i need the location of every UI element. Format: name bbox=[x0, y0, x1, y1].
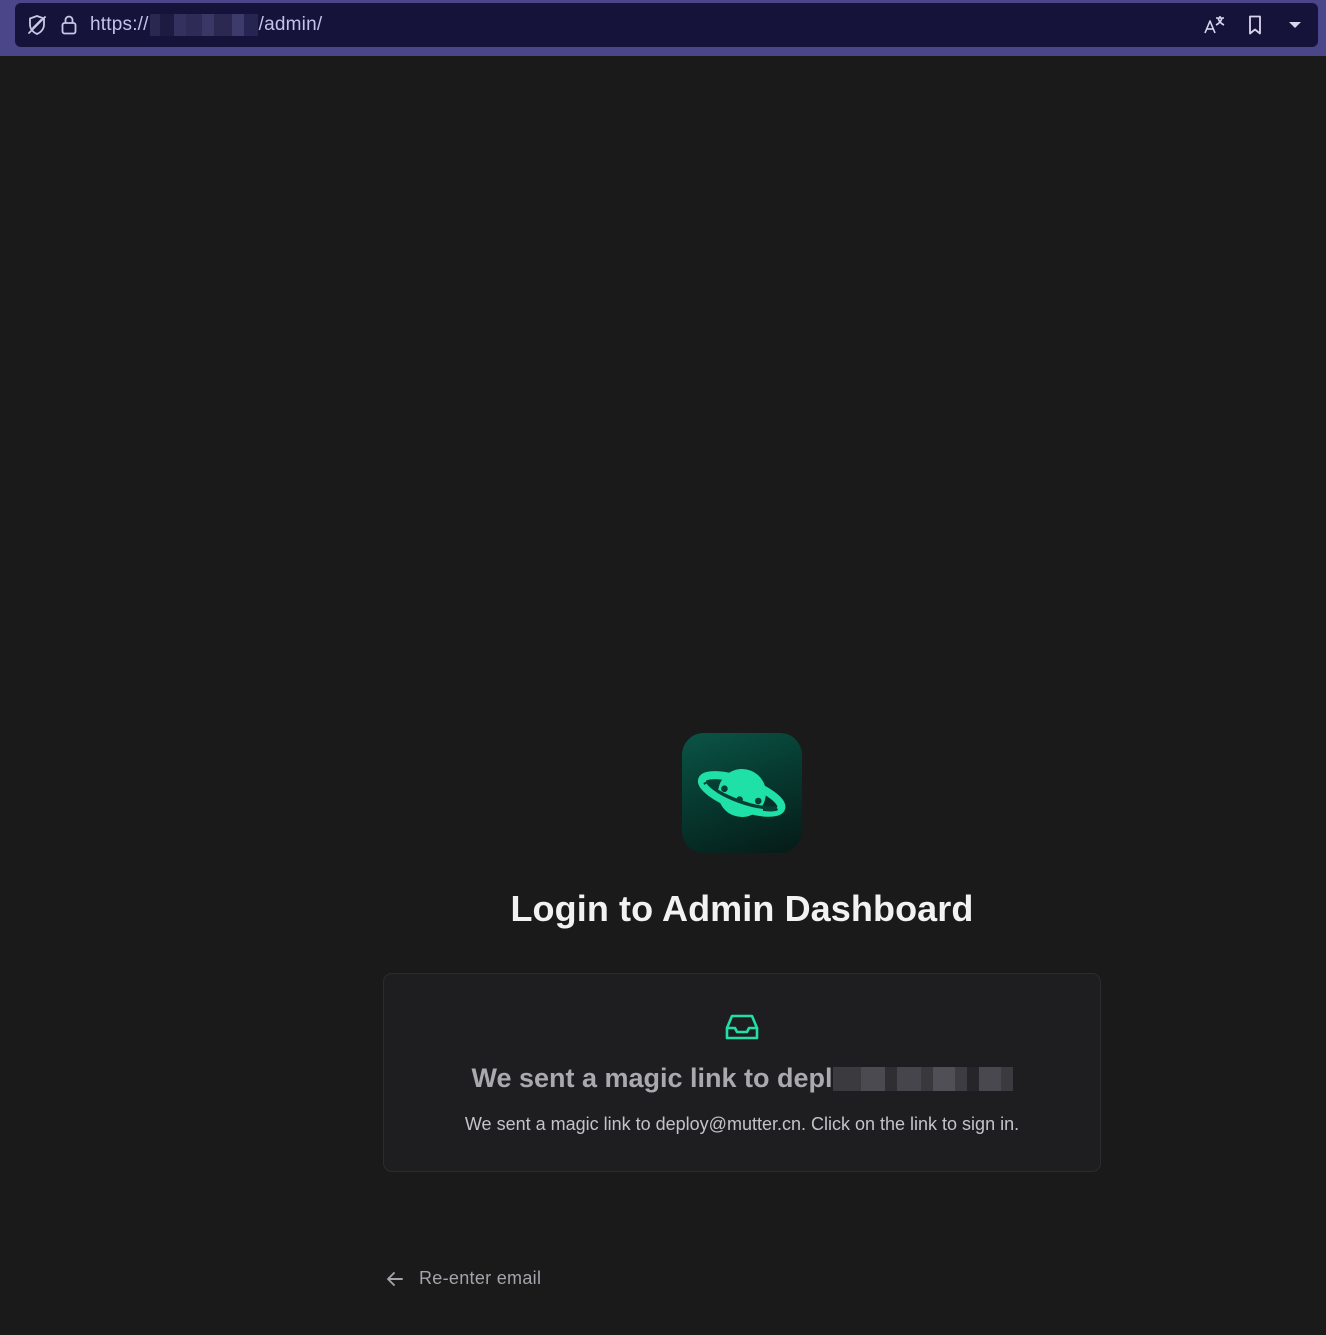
magic-link-card: We sent a magic link to depl We sent a m… bbox=[383, 973, 1101, 1172]
planet-icon bbox=[697, 769, 786, 817]
chevron-down-icon[interactable] bbox=[1280, 10, 1310, 40]
re-enter-email-link[interactable]: Re-enter email bbox=[385, 1268, 541, 1289]
inbox-icon bbox=[725, 1014, 759, 1040]
card-heading: We sent a magic link to depl bbox=[384, 1063, 1100, 1094]
url-prefix: https:// bbox=[90, 14, 149, 35]
tracking-protection-icon[interactable] bbox=[22, 10, 52, 40]
urlbar-actions bbox=[1200, 10, 1310, 40]
browser-chrome: https:// /admin/ bbox=[0, 0, 1326, 56]
address-bar[interactable]: https:// /admin/ bbox=[15, 3, 1318, 47]
re-enter-email-label: Re-enter email bbox=[419, 1268, 542, 1288]
url-suffix: /admin/ bbox=[258, 14, 323, 35]
page-title: Login to Admin Dashboard bbox=[510, 888, 974, 929]
card-body-text: We sent a magic link to deploy@mutter.cn… bbox=[464, 1114, 1020, 1134]
app-logo bbox=[682, 733, 802, 853]
page-content: Login to Admin Dashboard We sent a magic… bbox=[0, 56, 1326, 1335]
bookmark-icon[interactable] bbox=[1240, 10, 1270, 40]
url-redacted-host bbox=[149, 14, 258, 36]
lock-icon[interactable] bbox=[54, 10, 84, 40]
translate-icon[interactable] bbox=[1200, 10, 1230, 40]
card-heading-text: We sent a magic link to depl bbox=[471, 1063, 833, 1093]
url-text[interactable]: https:// /admin/ bbox=[90, 14, 322, 36]
redacted-email bbox=[832, 1066, 1013, 1091]
arrow-left-icon bbox=[387, 1271, 403, 1286]
